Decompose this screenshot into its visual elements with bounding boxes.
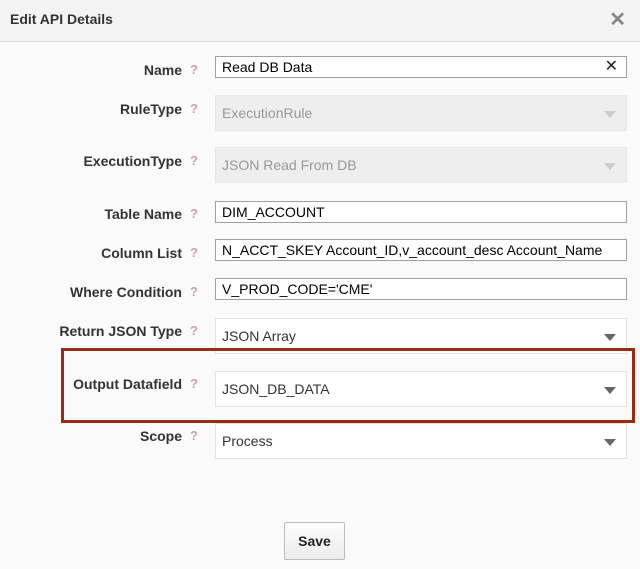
help-icon[interactable]: ? bbox=[187, 284, 201, 299]
scope-row: Scope ? Process bbox=[0, 422, 640, 462]
scope-label: Scope bbox=[139, 428, 182, 444]
where-condition-value: V_PROD_CODE='CME' bbox=[222, 281, 373, 297]
rule-type-label: RuleType bbox=[120, 101, 182, 117]
chevron-down-icon[interactable] bbox=[604, 439, 616, 446]
table-name-row: Table Name ? DIM_ACCOUNT bbox=[0, 200, 640, 240]
where-condition-input[interactable]: V_PROD_CODE='CME' bbox=[215, 278, 627, 300]
scope-value: Process bbox=[222, 433, 273, 449]
help-icon[interactable]: ? bbox=[187, 428, 201, 443]
output-datafield-value: JSON_DB_DATA bbox=[222, 381, 330, 397]
dialog-title: Edit API Details bbox=[10, 11, 113, 27]
execution-type-label: ExecutionType bbox=[83, 153, 182, 169]
column-list-label: Column List bbox=[101, 245, 182, 261]
chevron-down-icon bbox=[604, 163, 616, 170]
scope-select[interactable]: Process bbox=[215, 423, 627, 459]
column-list-row: Column List ? N_ACCT_SKEY Account_ID,v_a… bbox=[0, 239, 640, 279]
chevron-down-icon bbox=[604, 111, 616, 118]
execution-type-value: JSON Read From DB bbox=[222, 157, 357, 173]
table-name-label: Table Name bbox=[104, 206, 182, 222]
name-row: Name ? Read DB Data ✕ bbox=[0, 56, 640, 96]
help-icon[interactable]: ? bbox=[187, 245, 201, 260]
rule-type-value: ExecutionRule bbox=[222, 105, 313, 121]
return-json-type-label: Return JSON Type bbox=[59, 323, 182, 339]
name-input[interactable]: Read DB Data ✕ bbox=[215, 56, 627, 78]
column-list-value: N_ACCT_SKEY Account_ID,v_account_desc Ac… bbox=[222, 242, 603, 258]
chevron-down-icon[interactable] bbox=[604, 334, 616, 341]
close-icon[interactable]: ✕ bbox=[609, 10, 626, 30]
output-datafield-label: Output Datafield bbox=[73, 376, 182, 392]
name-value: Read DB Data bbox=[222, 59, 313, 75]
clear-icon[interactable]: ✕ bbox=[605, 57, 618, 77]
where-condition-row: Where Condition ? V_PROD_CODE='CME' bbox=[0, 278, 640, 318]
save-button[interactable]: Save bbox=[284, 522, 345, 560]
rule-type-select: ExecutionRule bbox=[215, 95, 627, 131]
output-datafield-row: Output Datafield ? JSON_DB_DATA bbox=[0, 370, 640, 410]
help-icon[interactable]: ? bbox=[187, 153, 201, 168]
output-datafield-select[interactable]: JSON_DB_DATA bbox=[215, 371, 627, 407]
table-name-value: DIM_ACCOUNT bbox=[222, 204, 325, 220]
execution-type-select: JSON Read From DB bbox=[215, 147, 627, 183]
help-icon[interactable]: ? bbox=[187, 101, 201, 116]
help-icon[interactable]: ? bbox=[187, 376, 201, 391]
table-name-input[interactable]: DIM_ACCOUNT bbox=[215, 201, 627, 223]
help-icon[interactable]: ? bbox=[187, 62, 201, 77]
help-icon[interactable]: ? bbox=[187, 206, 201, 221]
name-label: Name bbox=[143, 62, 182, 78]
where-condition-label: Where Condition bbox=[70, 284, 182, 300]
rule-type-row: RuleType ? ExecutionRule bbox=[0, 95, 640, 135]
dialog-header: Edit API Details ✕ bbox=[0, 0, 640, 42]
execution-type-row: ExecutionType ? JSON Read From DB bbox=[0, 147, 640, 187]
chevron-down-icon[interactable] bbox=[604, 387, 616, 394]
return-json-type-value: JSON Array bbox=[222, 328, 296, 344]
column-list-input[interactable]: N_ACCT_SKEY Account_ID,v_account_desc Ac… bbox=[215, 239, 627, 261]
help-icon[interactable]: ? bbox=[187, 323, 201, 338]
